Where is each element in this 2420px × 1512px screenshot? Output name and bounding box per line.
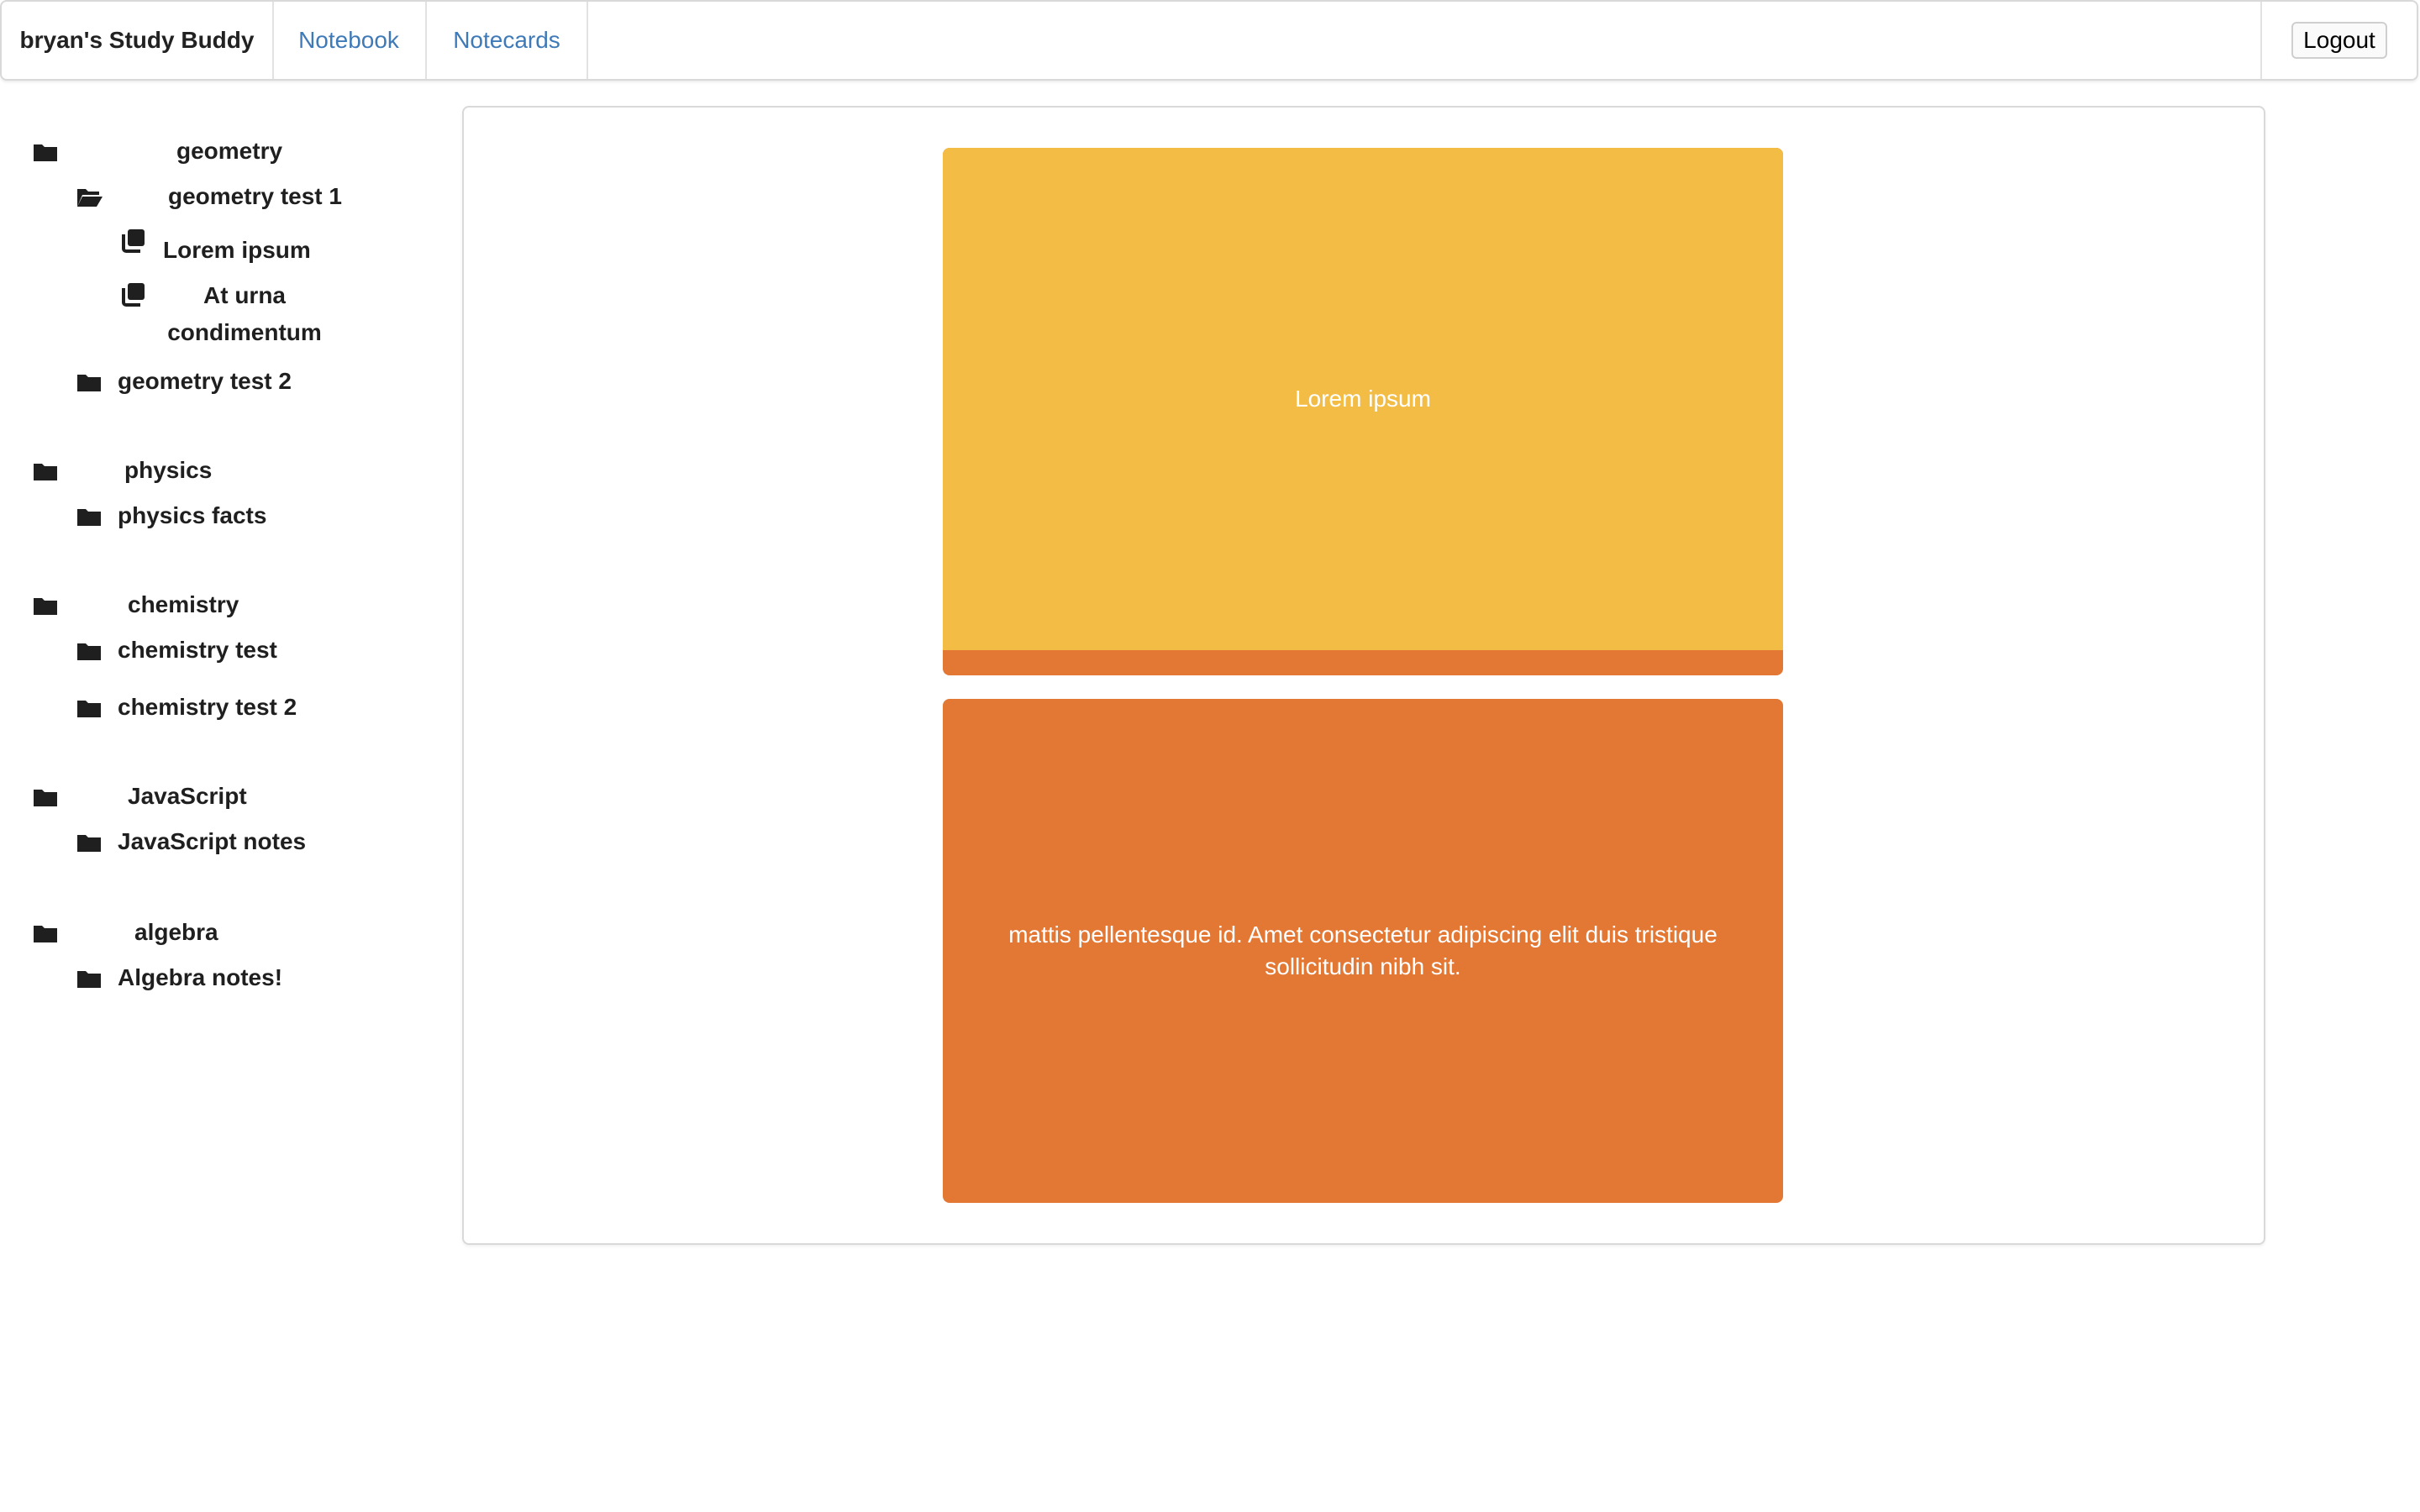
folder-icon	[76, 697, 103, 719]
app-brand[interactable]: bryan's Study Buddy	[2, 2, 274, 79]
tree-label-chemistry-test: chemistry test	[118, 637, 277, 663]
folder-icon	[32, 922, 59, 944]
folder-icon	[32, 460, 59, 482]
folder-icon	[76, 640, 103, 662]
folder-icon	[76, 968, 103, 990]
tree-label-physics-facts: physics facts	[118, 502, 267, 528]
tree-label-geometry-test-1: geometry test 1	[168, 183, 342, 209]
tree-label-javascript-notes: JavaScript notes	[118, 828, 307, 854]
cards-icon	[120, 228, 145, 254]
navbar-right-section: Logout	[2260, 2, 2417, 79]
folder-icon	[32, 141, 59, 163]
tree-label-javascript: JavaScript	[128, 783, 247, 809]
tree-label-chemistry: chemistry	[128, 591, 239, 617]
notecard-front-text: Lorem ipsum	[1295, 386, 1431, 412]
folder-icon	[76, 832, 103, 853]
logout-button[interactable]: Logout	[2291, 22, 2387, 59]
notecard-front[interactable]: Lorem ipsum	[943, 148, 1783, 675]
tree-label-at-urna-condimentum: At urna condimentum	[167, 282, 322, 345]
tree-label-physics: physics	[124, 457, 213, 483]
tree-label-lorem-ipsum: Lorem ipsum	[163, 237, 311, 263]
nav-link-notebook[interactable]: Notebook	[272, 2, 427, 79]
tree-label-algebra-notes: Algebra notes!	[118, 964, 283, 990]
tree-label-algebra: algebra	[134, 919, 218, 945]
tree-label-geometry: geometry	[176, 138, 283, 164]
nav-link-notecards[interactable]: Notecards	[427, 2, 588, 79]
notecard-back[interactable]: mattis pellentesque id. Amet consectetur…	[943, 699, 1783, 1203]
cards-icon	[120, 282, 145, 307]
tree-label-geometry-test-2: geometry test 2	[118, 368, 292, 394]
folder-icon	[76, 506, 103, 528]
notecard-back-text: mattis pellentesque id. Amet consectetur…	[1008, 921, 1718, 979]
folder-icon	[32, 595, 59, 617]
top-navbar: bryan's Study Buddy Notebook Notecards L…	[0, 0, 2418, 81]
folder-icon	[32, 786, 59, 808]
folder-icon	[76, 371, 103, 393]
folder-open-icon	[76, 186, 103, 208]
tree-label-chemistry-test-2: chemistry test 2	[118, 694, 297, 720]
notecard-front-face: Lorem ipsum	[943, 148, 1783, 650]
